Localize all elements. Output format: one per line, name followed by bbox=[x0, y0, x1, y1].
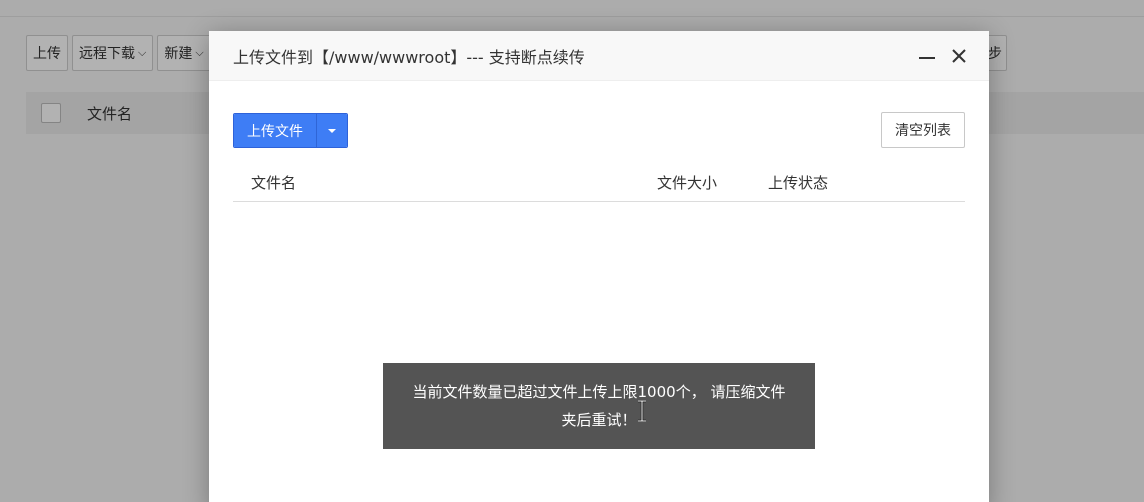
minimize-icon[interactable] bbox=[919, 48, 935, 64]
close-icon[interactable] bbox=[951, 48, 967, 64]
column-header-upload-status: 上传状态 bbox=[768, 174, 829, 192]
dialog-controls bbox=[919, 31, 967, 81]
column-header-filesize: 文件大小 bbox=[657, 174, 718, 192]
upload-options-dropdown[interactable] bbox=[317, 114, 347, 147]
text-cursor-icon bbox=[638, 400, 646, 422]
error-toast: 当前文件数量已超过文件上传上限1000个， 请压缩文件夹后重试！ bbox=[383, 363, 815, 449]
column-header-filename: 文件名 bbox=[251, 174, 297, 192]
toast-message: 当前文件数量已超过文件上传上限1000个， 请压缩文件夹后重试！ bbox=[412, 383, 786, 429]
caret-down-icon bbox=[328, 128, 336, 133]
upload-table-header: 文件名 文件大小 上传状态 bbox=[233, 162, 965, 202]
dialog-title: 上传文件到【/www/wwwroot】--- 支持断点续传 bbox=[233, 47, 585, 67]
upload-file-split-button: 上传文件 bbox=[233, 113, 348, 148]
dialog-header: 上传文件到【/www/wwwroot】--- 支持断点续传 bbox=[209, 31, 989, 81]
upload-file-button[interactable]: 上传文件 bbox=[234, 114, 317, 147]
clear-list-button[interactable]: 清空列表 bbox=[881, 112, 965, 148]
